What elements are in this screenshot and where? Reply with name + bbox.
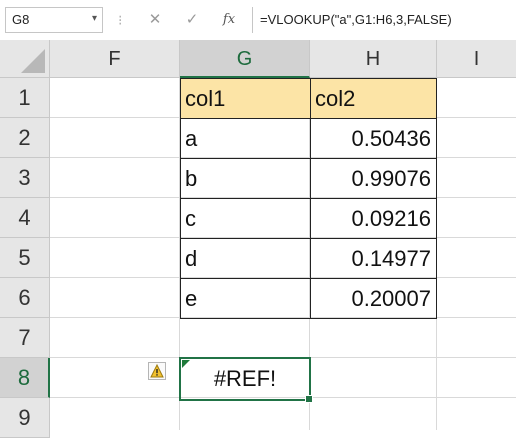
formula-bar-grip-icon: ⁝: [118, 12, 123, 28]
table-cell-col2[interactable]: 0.20007: [310, 278, 437, 319]
table-cell-col1[interactable]: e: [180, 278, 311, 319]
enter-check-icon[interactable]: ✓: [177, 7, 207, 33]
column-header-f[interactable]: F: [50, 40, 180, 78]
column-header-g[interactable]: G: [180, 40, 310, 78]
table-cell-col2[interactable]: 0.50436: [310, 118, 437, 159]
row-header-7[interactable]: 7: [0, 318, 50, 358]
table-cell-col2[interactable]: 0.09216: [310, 198, 437, 239]
cancel-icon[interactable]: ✕: [140, 7, 170, 33]
row-header-8[interactable]: 8: [0, 358, 50, 398]
column-header-i[interactable]: I: [437, 40, 516, 78]
row-header-5[interactable]: 5: [0, 238, 50, 278]
name-box[interactable]: G8 ▾: [5, 7, 103, 33]
table-cell-col1[interactable]: d: [180, 238, 311, 279]
row-header-3[interactable]: 3: [0, 158, 50, 198]
formula-text: =VLOOKUP("a",G1:H6,3,FALSE): [260, 12, 452, 27]
table-cell-col2[interactable]: 0.14977: [310, 238, 437, 279]
table-cell-col2[interactable]: 0.99076: [310, 158, 437, 199]
fill-handle[interactable]: [305, 395, 313, 403]
name-box-value: G8: [12, 12, 30, 27]
select-all-icon: [21, 49, 45, 73]
table-cell-col1[interactable]: c: [180, 198, 311, 239]
row-header-9[interactable]: 9: [0, 398, 50, 438]
column-header-h[interactable]: H: [310, 40, 437, 78]
select-all-corner[interactable]: [0, 40, 50, 78]
table-cell-col1[interactable]: a: [180, 118, 311, 159]
row-header-2[interactable]: 2: [0, 118, 50, 158]
table-header-col1[interactable]: col1: [180, 78, 311, 119]
warning-triangle-icon[interactable]: [148, 362, 166, 380]
active-cell-border: [179, 357, 311, 401]
row-header-6[interactable]: 6: [0, 278, 50, 318]
chevron-down-icon[interactable]: ▾: [92, 13, 97, 24]
row-header-4[interactable]: 4: [0, 198, 50, 238]
table-header-col2[interactable]: col2: [310, 78, 437, 119]
worksheet-grid: F G H I 1 2 3 4 5 6 7 8 9 col1 col2 a 0.…: [0, 40, 516, 438]
formula-input[interactable]: =VLOOKUP("a",G1:H6,3,FALSE): [252, 7, 516, 33]
table-cell-col1[interactable]: b: [180, 158, 311, 199]
row-header-1[interactable]: 1: [0, 78, 50, 118]
insert-function-icon[interactable]: fx: [214, 7, 244, 33]
formula-bar: G8 ▾ ⁝ ✕ ✓ fx =VLOOKUP("a",G1:H6,3,FALSE…: [0, 0, 516, 41]
warning-triangle-glyph: [150, 364, 164, 378]
